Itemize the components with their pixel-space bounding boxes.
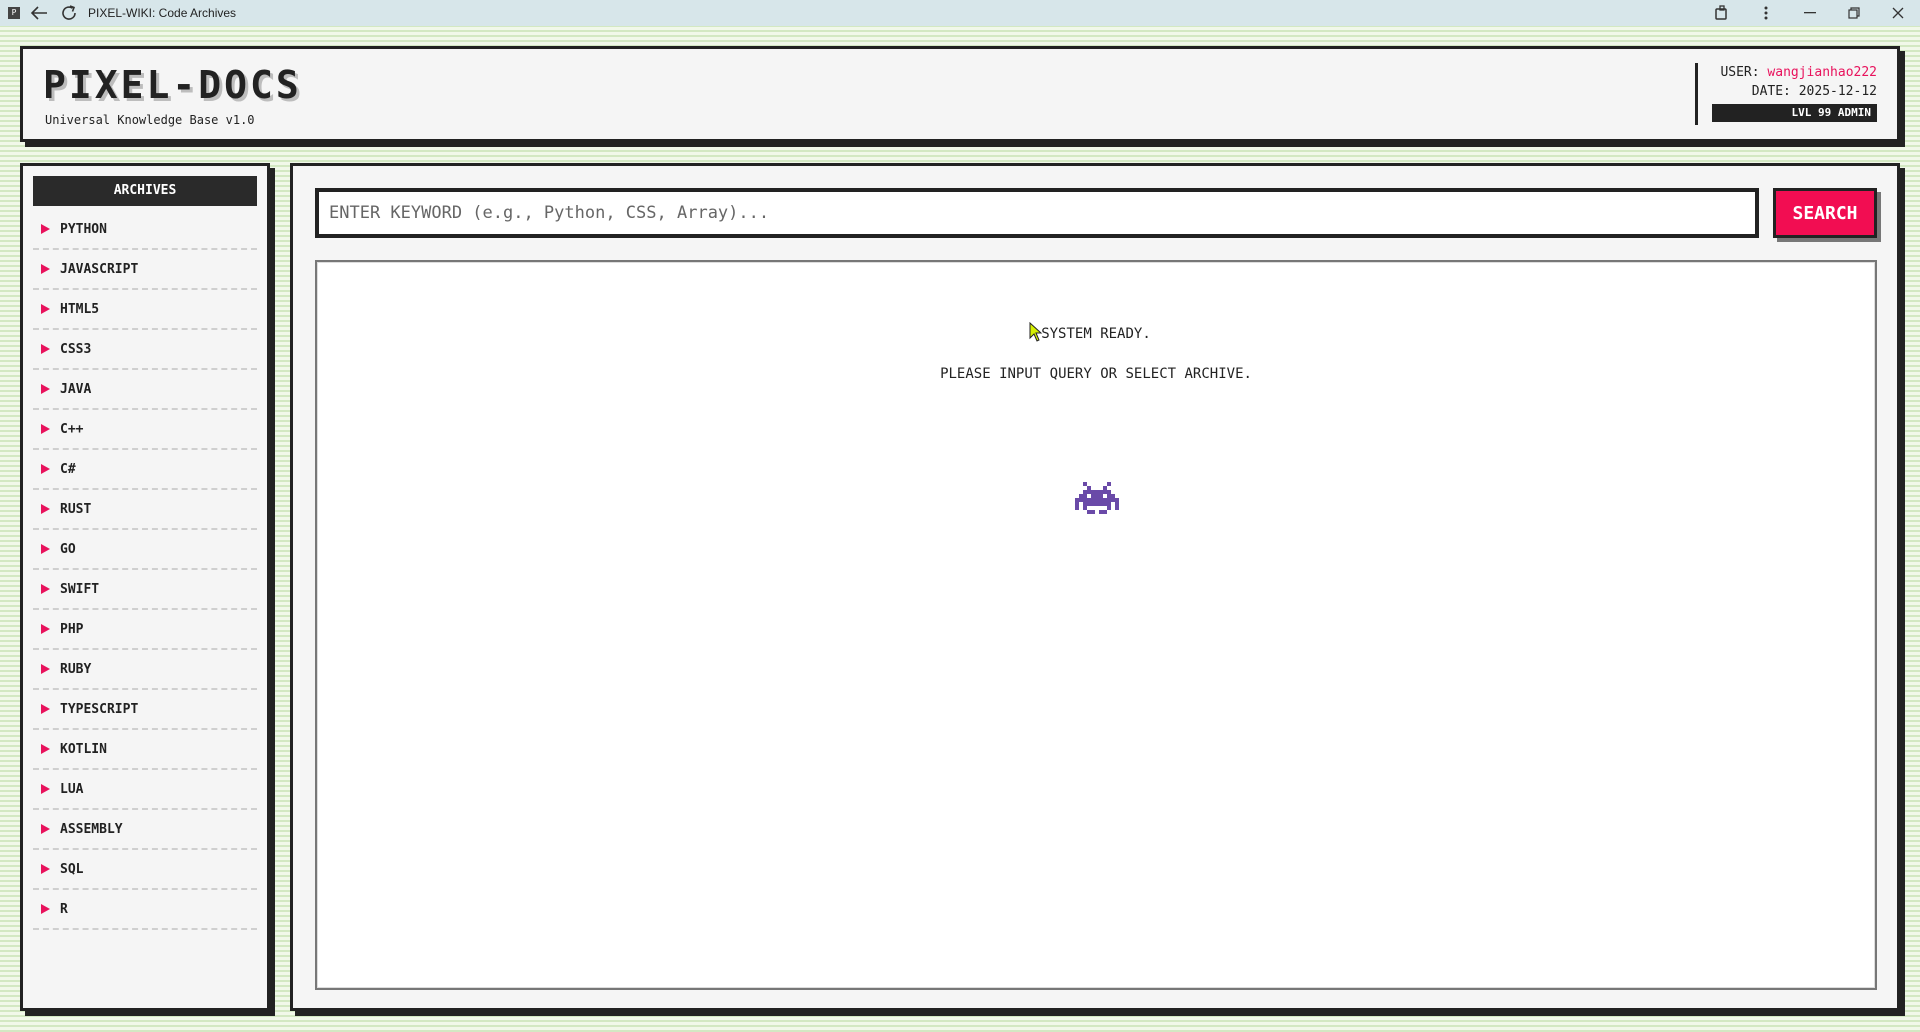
sidebar-item-label: HTML5	[60, 301, 100, 317]
triangle-bullet-icon	[41, 624, 50, 634]
search-button[interactable]: SEARCH	[1773, 188, 1877, 238]
sidebar-item-label: SWIFT	[60, 581, 100, 597]
date-row: DATE: 2025-12-12	[1712, 82, 1877, 101]
triangle-bullet-icon	[41, 384, 50, 394]
triangle-bullet-icon	[41, 664, 50, 674]
triangle-bullet-icon	[41, 264, 50, 274]
date-value: 2025-12-12	[1798, 84, 1877, 99]
extensions-icon[interactable]	[1700, 0, 1744, 26]
triangle-bullet-icon	[41, 584, 50, 594]
triangle-bullet-icon	[41, 504, 50, 514]
sidebar-item-r[interactable]: R	[33, 890, 257, 930]
app-header: PIXEL-DOCS Universal Knowledge Base v1.0…	[20, 46, 1900, 142]
sidebar-item-label: LUA	[60, 781, 84, 797]
sidebar-item-label: SQL	[60, 861, 84, 877]
sidebar-item-html5[interactable]: HTML5	[33, 290, 257, 330]
minimize-icon[interactable]	[1788, 0, 1832, 26]
sidebar-item-label: RUST	[60, 501, 92, 517]
sidebar-item-label: JAVASCRIPT	[60, 261, 139, 277]
instruction-message: PLEASE INPUT QUERY OR SELECT ARCHIVE.	[940, 366, 1252, 382]
sidebar-item-javascript[interactable]: JAVASCRIPT	[33, 250, 257, 290]
triangle-bullet-icon	[41, 704, 50, 714]
reload-icon[interactable]	[58, 2, 80, 24]
tab-title: PIXEL-WIKI: Code Archives	[88, 6, 237, 20]
archives-sidebar: ARCHIVES PYTHON JAVASCRIPT HTML5 CSS3 JAVA C+…	[20, 163, 270, 1011]
sidebar-item-label: C++	[60, 421, 84, 437]
date-label: DATE:	[1751, 84, 1791, 99]
sidebar-item-label: KOTLIN	[60, 741, 107, 757]
triangle-bullet-icon	[41, 344, 50, 354]
triangle-bullet-icon	[41, 824, 50, 834]
brand-subtitle: Universal Knowledge Base v1.0	[45, 113, 255, 127]
space-invader-icon	[1075, 482, 1119, 514]
user-row: USER: wangjianhao222	[1712, 63, 1877, 82]
main-panel: SEARCH SYSTEM READY. PLEASE INPUT QUERY …	[290, 163, 1900, 1011]
triangle-bullet-icon	[41, 304, 50, 314]
sidebar-item-rust[interactable]: RUST	[33, 490, 257, 530]
triangle-bullet-icon	[41, 784, 50, 794]
triangle-bullet-icon	[41, 744, 50, 754]
favicon-icon: P	[8, 7, 20, 19]
archive-list: PYTHON JAVASCRIPT HTML5 CSS3 JAVA C++ C# RUST GO…	[33, 210, 257, 930]
sidebar-item-label: JAVA	[60, 381, 92, 397]
sidebar-item-kotlin[interactable]: KOTLIN	[33, 730, 257, 770]
user-label: USER:	[1720, 65, 1760, 80]
mouse-cursor-icon	[1029, 322, 1043, 342]
sidebar-item-java[interactable]: JAVA	[33, 370, 257, 410]
brand-title: PIXEL-DOCS	[43, 63, 302, 107]
triangle-bullet-icon	[41, 464, 50, 474]
triangle-bullet-icon	[41, 424, 50, 434]
sidebar-item-label: TYPESCRIPT	[60, 701, 139, 717]
sidebar-item-sql[interactable]: SQL	[33, 850, 257, 890]
triangle-bullet-icon	[41, 864, 50, 874]
sidebar-item-cplusplus[interactable]: C++	[33, 410, 257, 450]
sidebar-item-csharp[interactable]: C#	[33, 450, 257, 490]
user-name: wangjianhao222	[1767, 65, 1877, 80]
close-icon[interactable]	[1876, 0, 1920, 26]
sidebar-item-label: GO	[60, 541, 76, 557]
back-arrow-icon[interactable]	[28, 2, 50, 24]
more-menu-icon[interactable]	[1744, 0, 1788, 26]
user-info: USER: wangjianhao222 DATE: 2025-12-12 LV…	[1695, 63, 1877, 125]
results-area: SYSTEM READY. PLEASE INPUT QUERY OR SELE…	[315, 260, 1877, 990]
triangle-bullet-icon	[41, 904, 50, 914]
triangle-bullet-icon	[41, 544, 50, 554]
sidebar-item-label: PYTHON	[60, 221, 107, 237]
sidebar-item-label: ASSEMBLY	[60, 821, 123, 837]
sidebar-item-swift[interactable]: SWIFT	[33, 570, 257, 610]
sidebar-item-typescript[interactable]: TYPESCRIPT	[33, 690, 257, 730]
sidebar-item-php[interactable]: PHP	[33, 610, 257, 650]
sidebar-item-label: C#	[60, 461, 76, 477]
browser-titlebar: P PIXEL-WIKI: Code Archives	[0, 0, 1920, 26]
sidebar-item-assembly[interactable]: ASSEMBLY	[33, 810, 257, 850]
sidebar-item-lua[interactable]: LUA	[33, 770, 257, 810]
triangle-bullet-icon	[41, 224, 50, 234]
sidebar-item-label: R	[60, 901, 68, 917]
sidebar-item-ruby[interactable]: RUBY	[33, 650, 257, 690]
sidebar-item-label: RUBY	[60, 661, 92, 677]
restore-icon[interactable]	[1832, 0, 1876, 26]
sidebar-item-go[interactable]: GO	[33, 530, 257, 570]
sidebar-item-css3[interactable]: CSS3	[33, 330, 257, 370]
sidebar-item-python[interactable]: PYTHON	[33, 210, 257, 250]
sidebar-heading: ARCHIVES	[33, 176, 257, 206]
sidebar-item-label: PHP	[60, 621, 84, 637]
sidebar-item-label: CSS3	[60, 341, 92, 357]
status-message: SYSTEM READY.	[1041, 326, 1151, 342]
level-badge: LVL 99 ADMIN	[1712, 104, 1877, 122]
search-input[interactable]	[315, 188, 1759, 238]
